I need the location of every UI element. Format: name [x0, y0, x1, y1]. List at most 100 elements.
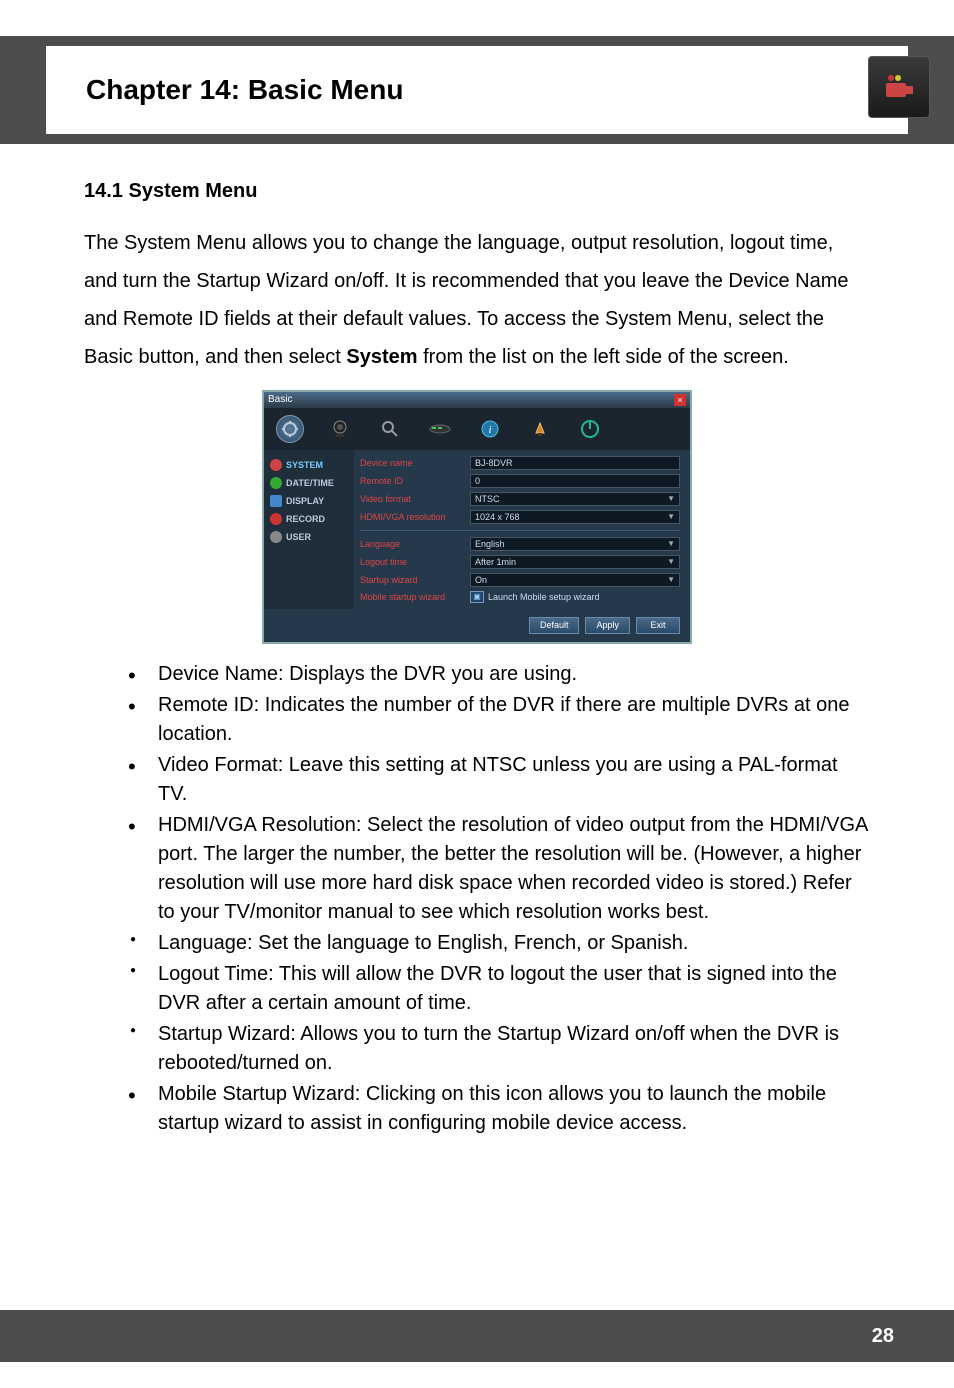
search-icon[interactable]: [376, 415, 404, 443]
field-label: Startup wizard: [360, 575, 470, 586]
sidebar-item-user[interactable]: USER: [264, 528, 354, 546]
list-item: Logout Time: This will allow the DVR to …: [128, 960, 870, 1018]
device-name-input[interactable]: BJ-8DVR: [470, 456, 680, 470]
chevron-down-icon: ▼: [667, 557, 675, 567]
field-value: English: [475, 539, 505, 550]
dvr-sidebar: SYSTEM DATE/TIME DISPLAY RECORD USER: [264, 450, 354, 609]
list-item: Mobile Startup Wizard: Clicking on this …: [128, 1080, 870, 1138]
sidebar-label: USER: [286, 532, 311, 543]
page-number: 28: [872, 1325, 894, 1348]
clock-icon: [270, 477, 282, 489]
logout-time-select[interactable]: After 1min▼: [470, 555, 680, 569]
bullet-text: Displays the DVR you are using.: [284, 663, 577, 685]
field-row-remote-id: Remote ID 0: [360, 474, 680, 488]
sidebar-item-record[interactable]: RECORD: [264, 510, 354, 528]
apply-button[interactable]: Apply: [585, 617, 630, 634]
page: Chapter 14: Basic Menu 14.1 System Menu …: [0, 36, 954, 1388]
intro-bold: System: [346, 346, 417, 368]
exit-button[interactable]: Exit: [636, 617, 680, 634]
user-icon: [270, 531, 282, 543]
bullet-lead: Video Format:: [158, 754, 283, 776]
bullet-lead: Device Name:: [158, 663, 284, 685]
field-label: Device name: [360, 458, 470, 469]
sidebar-item-datetime[interactable]: DATE/TIME: [264, 474, 354, 492]
list-item: Remote ID: Indicates the number of the D…: [128, 691, 870, 749]
field-label: Language: [360, 539, 470, 550]
sidebar-item-system[interactable]: SYSTEM: [264, 456, 354, 474]
intro-text-2: from the list on the left side of the sc…: [418, 346, 789, 368]
field-row-mobile-wizard: Mobile startup wizard ▣ Launch Mobile se…: [360, 591, 680, 603]
field-value: 0: [475, 476, 480, 487]
chevron-down-icon: ▼: [667, 575, 675, 585]
chapter-title: Chapter 14: Basic Menu: [86, 74, 403, 106]
field-row-logout: Logout time After 1min▼: [360, 555, 680, 569]
bullet-list: Device Name: Displays the DVR you are us…: [84, 660, 870, 1138]
list-item: Device Name: Displays the DVR you are us…: [128, 660, 870, 689]
field-label: Remote ID: [360, 476, 470, 487]
mobile-wizard-icon[interactable]: ▣: [470, 591, 484, 603]
header-inner: Chapter 14: Basic Menu: [46, 46, 908, 134]
gear-icon: [270, 459, 282, 471]
power-icon[interactable]: [576, 415, 604, 443]
camera-icon: [868, 56, 930, 118]
field-value: NTSC: [475, 494, 500, 505]
dvr-footer: Default Apply Exit: [264, 609, 690, 642]
chevron-down-icon: ▼: [667, 512, 675, 522]
dvr-toolbar: i: [264, 408, 690, 450]
bullet-lead: Remote ID:: [158, 694, 259, 716]
webcam-icon[interactable]: [326, 415, 354, 443]
chevron-down-icon: ▼: [667, 494, 675, 504]
disc-icon: [270, 513, 282, 525]
content: 14.1 System Menu The System Menu allows …: [0, 172, 954, 1138]
dvr-window: Basic × i SYSTEM DATE/TIME DISP: [262, 390, 692, 644]
field-label: Logout time: [360, 557, 470, 568]
list-item: Video Format: Leave this setting at NTSC…: [128, 751, 870, 809]
language-select[interactable]: English ▼: [470, 537, 680, 551]
dvr-main: Device name BJ-8DVR Remote ID 0 Video fo…: [354, 450, 690, 609]
field-row-startup: Startup wizard On ▼: [360, 573, 680, 587]
field-value: On: [475, 575, 487, 586]
svg-text:i: i: [488, 424, 491, 436]
footer-white: [0, 1362, 954, 1388]
monitor-icon: [270, 495, 282, 507]
resolution-select[interactable]: 1024 x 768 ▼: [470, 510, 680, 524]
bullet-lead: HDMI/VGA Resolution:: [158, 814, 361, 836]
list-item: Startup Wizard: Allows you to turn the S…: [128, 1020, 870, 1078]
separator: [360, 530, 680, 531]
list-item: HDMI/VGA Resolution: Select the resoluti…: [128, 811, 870, 927]
section-heading: 14.1 System Menu: [84, 172, 870, 210]
field-label: Mobile startup wizard: [360, 592, 470, 603]
close-icon[interactable]: ×: [674, 394, 686, 406]
field-row-language: Language English ▼: [360, 537, 680, 551]
startup-wizard-select[interactable]: On ▼: [470, 573, 680, 587]
list-item: Language: Set the language to English, F…: [128, 929, 870, 958]
field-label: Video format: [360, 494, 470, 505]
field-value: 1024 x 768: [475, 512, 520, 523]
info-icon[interactable]: i: [476, 415, 504, 443]
footer-band: 28: [0, 1310, 954, 1362]
bullet-text: Indicates the number of the DVR if there…: [158, 694, 849, 745]
sidebar-item-display[interactable]: DISPLAY: [264, 492, 354, 510]
bullet-text: : Set the language to English, French, o…: [247, 932, 688, 954]
alarm-icon[interactable]: [526, 415, 554, 443]
bullet-lead: Language: [158, 932, 247, 954]
field-label: HDMI/VGA resolution: [360, 512, 470, 523]
intro-paragraph: The System Menu allows you to change the…: [84, 224, 870, 376]
field-row-resolution: HDMI/VGA resolution 1024 x 768 ▼: [360, 510, 680, 524]
remote-id-input[interactable]: 0: [470, 474, 680, 488]
mobile-wizard-text: Launch Mobile setup wizard: [488, 592, 600, 603]
sidebar-label: RECORD: [286, 514, 325, 525]
default-button[interactable]: Default: [529, 617, 580, 634]
chevron-down-icon: ▼: [667, 539, 675, 549]
bullet-lead: Startup Wizard: [158, 1023, 290, 1045]
sidebar-label: DATE/TIME: [286, 478, 334, 489]
screenshot: Basic × i SYSTEM DATE/TIME DISP: [84, 390, 870, 644]
dvr-titlebar: Basic ×: [264, 392, 690, 408]
field-row-device-name: Device name BJ-8DVR: [360, 456, 680, 470]
dvr-body: SYSTEM DATE/TIME DISPLAY RECORD USER Dev…: [264, 450, 690, 609]
tools-icon[interactable]: [276, 415, 304, 443]
network-icon[interactable]: [426, 415, 454, 443]
video-format-select[interactable]: NTSC ▼: [470, 492, 680, 506]
field-row-video-format: Video format NTSC ▼: [360, 492, 680, 506]
header-band: Chapter 14: Basic Menu: [0, 36, 954, 144]
